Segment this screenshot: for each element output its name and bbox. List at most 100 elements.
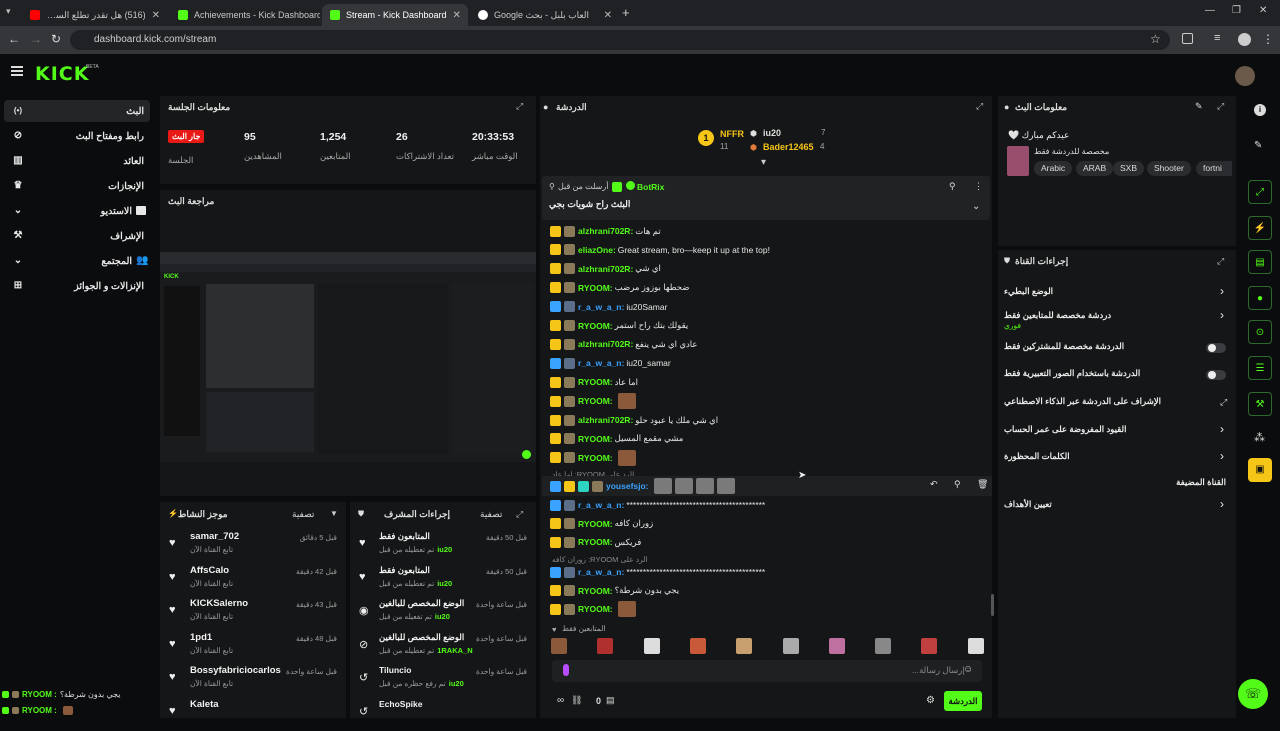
pinned-bot-name[interactable]: BotRix (637, 182, 664, 192)
follower-avatar[interactable] (782, 638, 799, 654)
chat-username[interactable]: RYOOM: (578, 519, 613, 529)
tab-youtube[interactable]: (516) هل تقدر تطلع السعودي الد... ✕ (22, 4, 168, 26)
stream-preview-video[interactable]: KICK (160, 252, 536, 462)
kick-logo[interactable]: KICK (35, 63, 89, 85)
chat-username[interactable]: yousefsjo: (606, 481, 649, 491)
chat-username[interactable]: alzhrani702R: (578, 226, 633, 236)
chat-username[interactable]: eliazOne: (578, 245, 616, 255)
channel-action-item[interactable]: الدردشة مخصصة للمشتركين فقط (1002, 341, 1232, 363)
channel-action-item[interactable]: الإشراف على الدردشة عبر الذكاء الاصطناعي… (1002, 396, 1232, 418)
chat-scrollbar[interactable] (991, 594, 994, 616)
infinity-icon[interactable]: ∞ (557, 695, 564, 706)
bookmark-icon[interactable]: ☆ (1150, 32, 1161, 46)
hamburger-icon[interactable] (11, 66, 23, 76)
close-tab-icon[interactable]: ✕ (146, 10, 160, 21)
chat-username[interactable]: RYOOM: (578, 453, 613, 463)
send-chat-button[interactable]: الدردشة (944, 691, 982, 711)
chat-username[interactable]: RYOOM: (578, 604, 613, 614)
mic-icon[interactable] (563, 664, 569, 676)
emoji-icon[interactable]: ☺ (963, 664, 973, 675)
chat-username[interactable]: r_a_w_a_n: (578, 358, 624, 368)
activity-item[interactable]: ♥ 1pd1 تابع القناة الآن قبل 48 دقيقة (165, 632, 343, 664)
sidebar-item-studio[interactable]: الاستديو ⌄ (4, 200, 150, 222)
expand-pinned-icon[interactable]: ⌄ (972, 201, 980, 212)
tab-achievements[interactable]: Achievements - Kick Dashboard ✕ (170, 4, 320, 26)
chat-username[interactable]: RYOOM: (578, 321, 613, 331)
user-avatar[interactable] (1235, 66, 1255, 86)
channel-action-item[interactable]: تعيين الأهداف › (1002, 497, 1232, 521)
expand-icon[interactable]: ⤢ (1217, 101, 1227, 111)
tab-google[interactable]: العاب بلبل - بحث Google ✕ (470, 4, 620, 26)
profile-icon[interactable] (1238, 33, 1251, 46)
rail-clip-button[interactable]: ▣ (1248, 458, 1272, 482)
activity-item[interactable]: ♥ samar_702 تابع القناة الآن قبل 5 دقائق (165, 531, 343, 563)
mod-action-item[interactable]: ↺ Tiluncio iu20تم رفع حظره من قبل قبل ساعة … (355, 665, 533, 697)
follower-avatar[interactable] (875, 638, 892, 654)
rail-document-button[interactable]: ▤ (1248, 250, 1272, 274)
chat-username[interactable]: r_a_w_a_n: (578, 567, 624, 577)
collapse-leaderboard-icon[interactable]: ▾ (761, 157, 766, 168)
activity-username[interactable]: Kaleta (190, 699, 219, 710)
expand-icon[interactable]: ⤢ (516, 101, 526, 111)
url-input[interactable]: dashboard.kick.com/stream (70, 30, 1170, 50)
minimize-icon[interactable]: — (1205, 5, 1215, 16)
tab-search-icon[interactable]: ▾ (6, 6, 18, 18)
category-thumbnail[interactable] (1007, 146, 1029, 176)
chat-username[interactable]: RYOOM: (578, 434, 613, 444)
tab-stream[interactable]: Stream - Kick Dashboard ✕ (322, 4, 468, 26)
chat-username[interactable]: RYOOM: (578, 537, 613, 547)
follower-avatar[interactable] (736, 638, 753, 654)
chat-username[interactable]: r_a_w_a_n: (578, 302, 624, 312)
activity-username[interactable]: KICKSalerno (190, 598, 248, 609)
rail-lightning-button[interactable]: ⚡ (1248, 216, 1272, 240)
mod-action-by[interactable]: iu20 (435, 612, 450, 621)
back-icon[interactable]: ← (8, 32, 20, 46)
follower-avatar[interactable] (967, 638, 984, 654)
stream-tag[interactable]: Shooter (1147, 161, 1191, 176)
chat-username[interactable]: RYOOM: (578, 586, 613, 596)
activity-item[interactable]: ♥ KICKSalerno تابع القناة الآن قبل 43 دقيقة (165, 598, 343, 630)
extensions-icon[interactable] (1182, 33, 1193, 44)
mod-action-by[interactable]: iu20 (437, 545, 452, 554)
rail-list-button[interactable]: ☰ (1248, 356, 1272, 380)
activity-username[interactable]: Bossyfabriciocarlos (190, 665, 281, 676)
toggle-switch[interactable] (1206, 343, 1226, 353)
sidebar-item-revenue[interactable]: العائد ▥ (4, 150, 150, 172)
sidebar-item-stream[interactable]: البث (•) (4, 100, 150, 122)
reply-icon[interactable]: ↶ (930, 479, 938, 490)
settings-gear-icon[interactable]: ⚙ (926, 695, 935, 706)
mod-action-by[interactable]: 1RAKA_N (437, 646, 472, 655)
activity-filter[interactable]: تصفية (292, 509, 314, 520)
follower-avatar[interactable] (643, 638, 660, 654)
toggle-switch[interactable] (1206, 370, 1226, 380)
mod-filter[interactable]: تصفية (480, 509, 502, 520)
edit-pencil-icon[interactable]: ✎ (1254, 140, 1262, 151)
sidebar-item-moderation[interactable]: الإشراف ⚒ (4, 225, 150, 247)
link-chain-icon[interactable]: ⛓ (571, 695, 582, 706)
edit-pencil-icon[interactable]: ✎ (1195, 101, 1203, 112)
sidebar-item-achievements[interactable]: الإنجازات ♛ (4, 175, 150, 197)
sidebar-item-drops[interactable]: الإنزالات و الجوائز ⊞ (4, 275, 150, 297)
delete-icon[interactable]: 🗑 (977, 479, 988, 490)
close-tab-icon[interactable]: ✕ (447, 10, 461, 21)
channel-action-item[interactable]: الكلمات المحظورة › (1002, 449, 1232, 473)
activity-username[interactable]: AffsCalo (190, 565, 229, 576)
expand-icon[interactable]: ⤢ (516, 509, 526, 519)
channel-action-item[interactable]: الوضع البطيء › (1002, 284, 1232, 308)
pin-message-icon[interactable]: ⚲ (954, 479, 961, 490)
chat-username[interactable]: RYOOM: (578, 283, 613, 293)
mod-action-item[interactable]: ♥ المتابعون فقط iu20تم تعطيله من قبل قبل 50… (355, 531, 533, 563)
expand-icon[interactable]: ⤢ (1217, 256, 1227, 266)
mod-action-by[interactable]: iu20 (449, 679, 464, 688)
mod-action-item[interactable]: ◉ الوضع المخصص للبالغين iu20تم تفعيله من ق… (355, 598, 533, 630)
media-icon[interactable]: ≡ (1214, 32, 1220, 44)
rail-wrench-button[interactable]: ⚒ (1248, 392, 1272, 416)
leader-second-name[interactable]: iu20 (763, 128, 781, 138)
activity-username[interactable]: samar_702 (190, 531, 239, 542)
rail-live-button[interactable]: ⊙ (1248, 320, 1272, 344)
leader-third-name[interactable]: Bader12465 (763, 142, 814, 152)
stream-tag[interactable]: Arabic (1034, 161, 1073, 176)
forward-icon[interactable]: → (30, 32, 42, 46)
mod-action-by[interactable]: iu20 (437, 579, 452, 588)
follower-avatar[interactable] (597, 638, 614, 654)
